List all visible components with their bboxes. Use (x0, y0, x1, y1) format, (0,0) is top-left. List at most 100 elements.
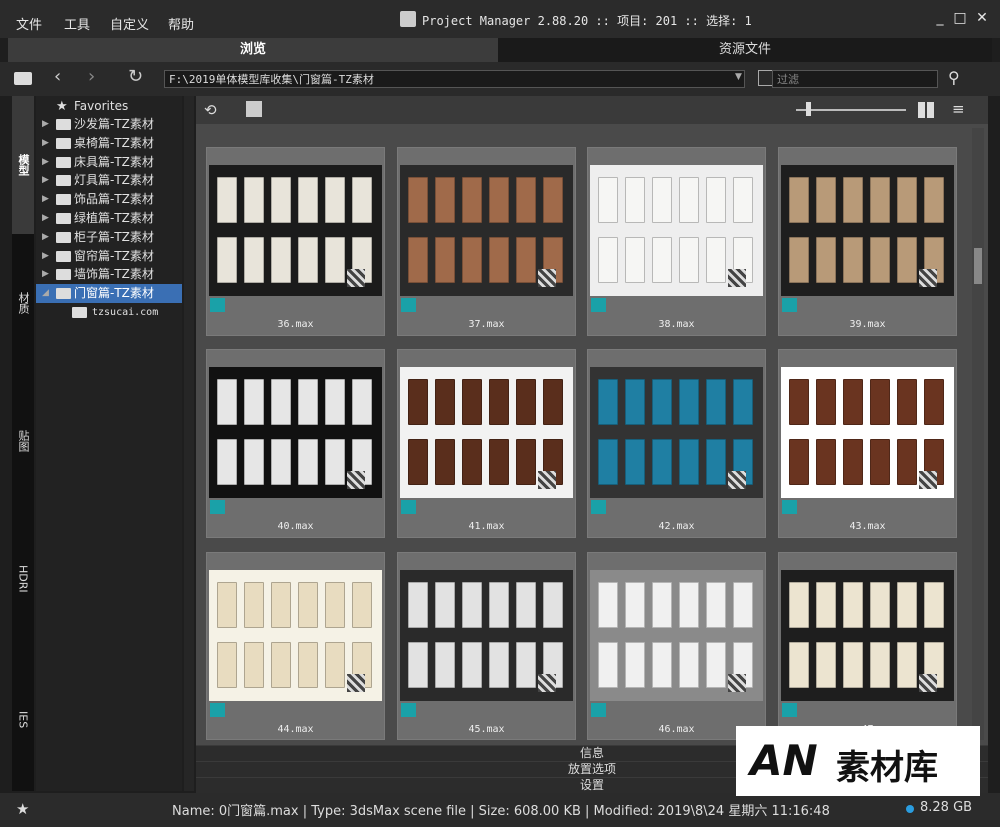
side-tab-ies[interactable]: IES (12, 648, 34, 791)
close-button[interactable]: ✕ (972, 10, 992, 26)
file-card[interactable]: 39.max (778, 147, 957, 336)
tree-folder[interactable]: ▶ 窗帘篇-TZ素材 (36, 247, 182, 266)
file-card[interactable]: 47 (778, 552, 957, 740)
qr-code-icon (347, 471, 365, 489)
sort-icon[interactable]: ≡ (952, 100, 965, 118)
path-input[interactable]: F:\2019单体模型库收集\门窗篇-TZ素材 (164, 70, 745, 88)
tree-folder[interactable]: ◢ 门窗篇-TZ素材 (36, 284, 182, 304)
collapsed-arrow-icon[interactable]: ▶ (42, 171, 49, 190)
file-card[interactable]: 37.max (397, 147, 576, 336)
side-tab-hdri[interactable]: HDRI (12, 510, 34, 648)
collapsed-arrow-icon[interactable]: ▶ (42, 209, 49, 228)
door-preview (516, 439, 536, 485)
door-preview (870, 237, 890, 283)
door-preview (462, 177, 482, 223)
door-preview (679, 439, 699, 485)
maximize-button[interactable]: □ (950, 10, 970, 26)
tree-folder[interactable]: ▶ 床具篇-TZ素材 (36, 153, 182, 172)
file-card[interactable]: 43.max (778, 349, 957, 538)
tree-subfolder[interactable]: tzsucai.com (36, 303, 182, 322)
menu-tools[interactable]: 工具 (64, 14, 90, 33)
door-preview (733, 379, 753, 425)
menu-file[interactable]: 文件 (16, 14, 42, 33)
door-preview (435, 582, 455, 628)
favorite-star-icon[interactable]: ★ (16, 800, 29, 818)
watermark-brand: AN (750, 736, 818, 785)
zoom-slider[interactable] (796, 109, 906, 111)
door-preview (271, 177, 291, 223)
splitter[interactable] (184, 96, 194, 791)
cube-icon[interactable] (246, 101, 262, 117)
file-card[interactable]: 41.max (397, 349, 576, 538)
file-card[interactable]: 45.max (397, 552, 576, 740)
collapsed-arrow-icon[interactable]: ▶ (42, 153, 49, 172)
side-tab-materials[interactable]: 材质 (12, 234, 34, 372)
zoom-slider-handle[interactable] (806, 102, 811, 116)
thumbnail[interactable] (781, 165, 954, 296)
tree-folder[interactable]: ▶ 柜子篇-TZ素材 (36, 228, 182, 247)
thumbnail[interactable] (400, 367, 573, 498)
thumbnail[interactable] (209, 165, 382, 296)
file-card[interactable]: 38.max (587, 147, 766, 336)
thumbnail[interactable] (209, 367, 382, 498)
thumbnail[interactable] (781, 570, 954, 701)
thumbnail[interactable] (400, 165, 573, 296)
collapsed-arrow-icon[interactable]: ▶ (42, 134, 49, 153)
thumbnail[interactable] (590, 367, 763, 498)
file-card[interactable]: 44.max (206, 552, 385, 740)
file-card[interactable]: 36.max (206, 147, 385, 336)
grid-view-icon[interactable] (918, 102, 934, 118)
file-card[interactable]: 40.max (206, 349, 385, 538)
expanded-arrow-icon[interactable]: ◢ (42, 284, 49, 303)
tree-folder[interactable]: ▶ 绿植篇-TZ素材 (36, 209, 182, 228)
file-card[interactable]: 46.max (587, 552, 766, 740)
forward-arrow-icon[interactable]: › (88, 66, 95, 87)
filter-input[interactable]: 过滤 (772, 70, 938, 88)
search-icon[interactable]: ⚲ (948, 68, 960, 87)
tree-folder[interactable]: ▶ 墙饰篇-TZ素材 (36, 265, 182, 284)
menu-help[interactable]: 帮助 (168, 14, 194, 33)
tree-folder[interactable]: ▶ 沙发篇-TZ素材 (36, 115, 182, 134)
path-dropdown-icon[interactable]: ▼ (735, 72, 742, 82)
tab-assets[interactable]: 资源文件 (498, 38, 992, 62)
door-preview (325, 642, 345, 688)
door-preview (625, 582, 645, 628)
tree-favorites[interactable]: ★ Favorites (36, 97, 182, 116)
status-text: Name: 0门窗篇.max | Type: 3dsMax scene file… (172, 804, 830, 819)
thumbnail[interactable] (590, 570, 763, 701)
collapsed-arrow-icon[interactable]: ▶ (42, 247, 49, 266)
menu-custom[interactable]: 自定义 (110, 14, 149, 33)
3dsmax-icon (782, 703, 797, 717)
sync-icon[interactable]: ⟲ (204, 101, 217, 119)
scrollbar-thumb[interactable] (974, 248, 982, 284)
collapsed-arrow-icon[interactable]: ▶ (42, 190, 49, 209)
folder-icon (56, 269, 71, 281)
thumbnail[interactable] (209, 570, 382, 701)
thumbnail[interactable] (590, 165, 763, 296)
folder-icon (56, 156, 71, 168)
door-preview (706, 582, 726, 628)
tree-folder[interactable]: ▶ 灯具篇-TZ素材 (36, 171, 182, 190)
door-preview (706, 379, 726, 425)
file-card[interactable]: 42.max (587, 349, 766, 538)
tab-browse[interactable]: 浏览 (8, 38, 498, 62)
refresh-icon[interactable]: ↻ (128, 66, 143, 87)
thumbnail[interactable] (400, 570, 573, 701)
door-preview (625, 379, 645, 425)
collapsed-arrow-icon[interactable]: ▶ (42, 115, 49, 134)
side-tab-models[interactable]: 模型 (12, 96, 34, 234)
door-preview (325, 582, 345, 628)
minimize-button[interactable]: _ (930, 10, 950, 26)
folder-menu-icon[interactable] (14, 72, 32, 85)
collapsed-arrow-icon[interactable]: ▶ (42, 265, 49, 284)
tree-folder[interactable]: ▶ 饰品篇-TZ素材 (36, 190, 182, 209)
grid-scrollbar[interactable] (972, 128, 984, 740)
thumbnail[interactable] (781, 367, 954, 498)
tree-folder[interactable]: ▶ 桌椅篇-TZ素材 (36, 134, 182, 153)
back-arrow-icon[interactable]: ‹ (54, 66, 61, 87)
side-tab-textures[interactable]: 贴图 (12, 372, 34, 510)
file-name: 39.max (849, 319, 886, 330)
door-preview (598, 177, 618, 223)
door-preview (706, 177, 726, 223)
collapsed-arrow-icon[interactable]: ▶ (42, 228, 49, 247)
